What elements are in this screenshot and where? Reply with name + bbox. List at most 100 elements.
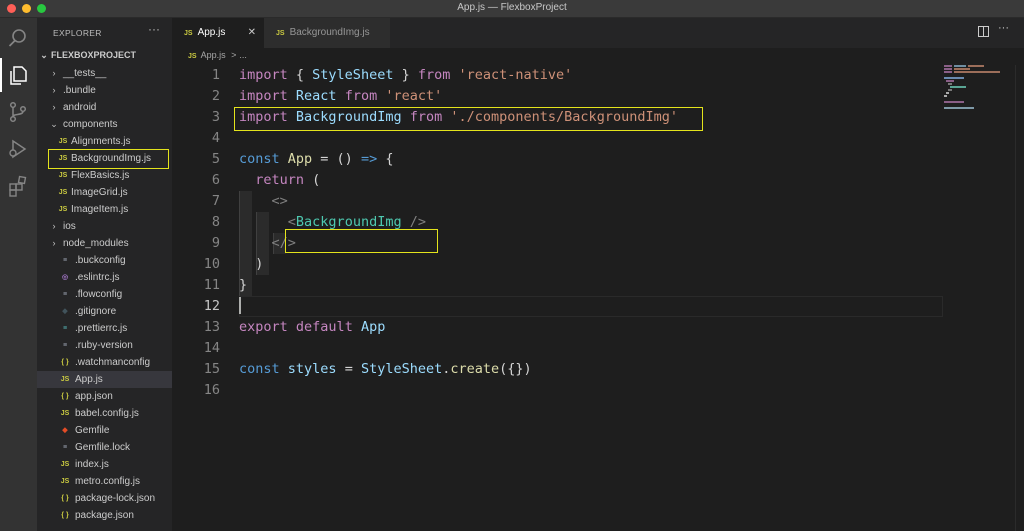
- folder-label: components: [63, 119, 118, 130]
- editor-more-actions-button[interactable]: ···: [998, 22, 1009, 34]
- file-item[interactable]: ◆ Gemfile: [37, 422, 172, 439]
- file-item[interactable]: { } app.json: [37, 388, 172, 405]
- file-label: .watchmanconfig: [75, 357, 151, 368]
- source-control-icon[interactable]: [6, 100, 30, 124]
- file-item[interactable]: ◎ .eslintrc.js: [37, 269, 172, 286]
- code-token: />: [409, 214, 426, 230]
- config-file-icon: ≡: [62, 342, 68, 349]
- file-item[interactable]: JS babel.config.js: [37, 405, 172, 422]
- breadcrumb: JS App.js >...: [188, 50, 247, 60]
- code-line: 12: [172, 296, 952, 317]
- file-item[interactable]: ≡ .buckconfig: [37, 252, 172, 269]
- close-icon[interactable]: ✕: [248, 18, 256, 48]
- line-number: 12: [203, 298, 220, 314]
- code-token: 'react': [385, 88, 443, 104]
- code-text: <BackgroundImg />: [239, 212, 426, 233]
- folder-label: .bundle: [63, 85, 96, 96]
- code-token: 'react-native': [458, 67, 573, 83]
- folder-item[interactable]: › node_modules: [37, 235, 172, 252]
- activity-bar: [0, 18, 37, 531]
- extensions-icon[interactable]: [6, 174, 30, 198]
- file-item[interactable]: JS index.js: [37, 456, 172, 473]
- line-number: 5: [211, 151, 220, 167]
- folder-item[interactable]: › android: [37, 99, 172, 116]
- tab-app-js[interactable]: JS App.js ✕: [172, 18, 264, 48]
- file-label: babel.config.js: [75, 408, 139, 419]
- file-item[interactable]: { } package.json: [37, 507, 172, 524]
- code-line: 3 import BackgroundImg from './components…: [172, 107, 952, 128]
- js-file-icon: JS: [58, 138, 68, 145]
- code-line: 10 ): [172, 254, 952, 275]
- js-file-icon: JS: [276, 30, 285, 37]
- split-editor-icon[interactable]: [978, 26, 989, 40]
- folder-item[interactable]: › ios: [37, 218, 172, 235]
- line-number: 10: [203, 256, 220, 272]
- vertical-scrollbar[interactable]: [1015, 65, 1024, 531]
- file-item[interactable]: { } package-lock.json: [37, 490, 172, 507]
- file-item[interactable]: JS ImageItem.js: [37, 201, 172, 218]
- breadcrumb-symbol[interactable]: ...: [239, 50, 247, 60]
- tab-backgroundimg-js[interactable]: JS BackgroundImg.js: [264, 18, 390, 48]
- js-file-icon: JS: [184, 30, 193, 37]
- file-item[interactable]: JS ImageGrid.js: [37, 184, 172, 201]
- file-item[interactable]: JS App.js: [37, 371, 172, 388]
- explorer-icon[interactable]: [6, 63, 30, 87]
- code-text: const App = () => {: [239, 149, 393, 170]
- code-line: 15 const styles = StyleSheet.create({}): [172, 359, 952, 380]
- code-token: =>: [360, 151, 378, 167]
- file-item[interactable]: JS metro.config.js: [37, 473, 172, 490]
- folder-item[interactable]: › __tests__: [37, 65, 172, 82]
- minimap[interactable]: [944, 65, 1014, 125]
- search-icon[interactable]: [6, 26, 30, 50]
- eslint-file-icon: ◎: [61, 274, 69, 281]
- file-item[interactable]: JS BackgroundImg.js: [37, 150, 172, 167]
- chevron-right-icon: ›: [52, 102, 56, 112]
- folder-item[interactable]: ⌄ components: [37, 116, 172, 133]
- code-line: 14: [172, 338, 952, 359]
- file-item[interactable]: JS FlexBasics.js: [37, 167, 172, 184]
- js-file-icon: JS: [60, 410, 70, 417]
- code-token: styles: [287, 361, 337, 377]
- editor-area: JS App.js ✕ JS BackgroundImg.js ··· JS App.…: [172, 18, 1024, 531]
- file-item[interactable]: { } .watchmanconfig: [37, 354, 172, 371]
- line-number: 3: [211, 109, 220, 125]
- line-number: 15: [203, 361, 220, 377]
- folder-item[interactable]: › .bundle: [37, 82, 172, 99]
- file-item[interactable]: ≡ Gemfile.lock: [37, 439, 172, 456]
- code-text: </>: [239, 233, 296, 254]
- file-label: .eslintrc.js: [75, 272, 120, 283]
- code-token: from: [344, 88, 378, 104]
- explorer-header: EXPLORER: [53, 28, 102, 38]
- file-item[interactable]: JS Alignments.js: [37, 133, 172, 150]
- chevron-right-icon: ›: [52, 238, 56, 248]
- file-item[interactable]: ≡ .prettierrc.js: [37, 320, 172, 337]
- tab-bar: JS App.js ✕ JS BackgroundImg.js ···: [172, 18, 1024, 48]
- run-debug-icon[interactable]: [6, 137, 30, 161]
- explorer-more-actions-button[interactable]: ···: [148, 22, 160, 36]
- code-text: <>: [239, 191, 288, 212]
- code-token: App: [360, 319, 386, 335]
- code-token: = (): [312, 151, 361, 167]
- code-line: 16: [172, 380, 952, 401]
- code-token: StyleSheet: [360, 361, 443, 377]
- file-label: ImageItem.js: [71, 204, 129, 215]
- file-label: package.json: [75, 510, 134, 521]
- line-number: 13: [203, 319, 220, 335]
- code-line: 11}: [172, 275, 952, 296]
- file-item[interactable]: ≡ .ruby-version: [37, 337, 172, 354]
- chevron-right-icon: ›: [52, 221, 56, 231]
- breadcrumb-file[interactable]: App.js: [201, 50, 226, 60]
- code-line: 6 return (: [172, 170, 952, 191]
- line-number: 7: [211, 193, 220, 209]
- file-item[interactable]: ◆ .gitignore: [37, 303, 172, 320]
- file-item[interactable]: ≡ .flowconfig: [37, 286, 172, 303]
- file-label: Gemfile.lock: [75, 442, 131, 453]
- config-file-icon: ≡: [62, 444, 68, 451]
- code-token: {: [287, 67, 313, 83]
- project-folder[interactable]: ⌄ FLEXBOXPROJECT: [37, 47, 172, 64]
